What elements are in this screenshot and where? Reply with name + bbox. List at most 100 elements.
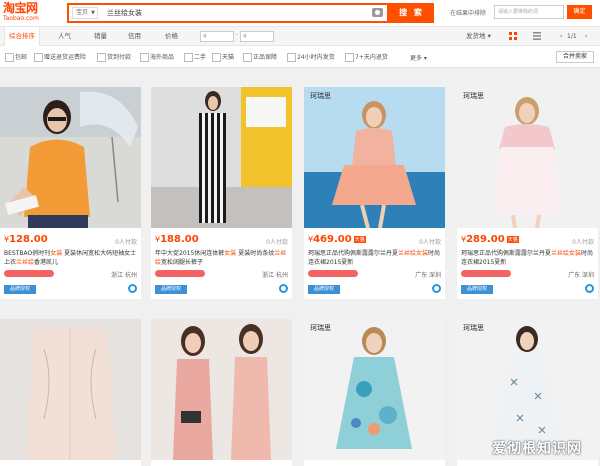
exclude-input[interactable]: 请输入要排除的词	[494, 5, 564, 19]
price: ¥469.00 天猫	[308, 234, 366, 245]
search-button[interactable]: 搜 索	[389, 3, 434, 23]
product-image[interactable]	[0, 319, 141, 460]
brand-auth-badge[interactable]: 品牌授权	[4, 285, 36, 294]
grid-view-icon[interactable]	[509, 32, 517, 40]
filter-overseas[interactable]: 海外商品	[140, 53, 174, 62]
product-image[interactable]	[151, 319, 292, 460]
brand-auth-badge[interactable]: 品牌授权	[155, 285, 187, 294]
price-value: 469.00	[313, 234, 352, 245]
product-image[interactable]	[457, 87, 598, 228]
price-max-input[interactable]: ¥	[240, 31, 274, 42]
filter-return-insurance[interactable]: 赠送退货运费险	[34, 53, 86, 62]
price: ¥289.00 天猫	[461, 234, 519, 245]
filter-cod[interactable]: 货到付款	[97, 53, 131, 62]
brand-label: 珂瑞思	[463, 324, 484, 332]
filter-24h-shipping[interactable]: 24小时内发货	[287, 53, 335, 62]
buyer-count: 0人付款	[572, 239, 594, 246]
buyer-count: 0人付款	[419, 239, 441, 246]
product-card[interactable]	[151, 319, 292, 466]
merge-sellers-button[interactable]: 合并卖家	[556, 51, 594, 63]
filter-free-shipping[interactable]: 包邮	[5, 53, 27, 62]
title-highlight: 女装	[50, 250, 63, 257]
product-card[interactable]	[0, 319, 141, 466]
title-highlight: 绘女装	[410, 250, 429, 257]
shop-name-redacted[interactable]	[461, 270, 511, 277]
header: 淘宝网 Taobao.com 宝贝 ▼ 兰丝绘女装 搜 索 在结果中排除 请输入…	[0, 0, 600, 26]
filter-second-hand[interactable]: 二手	[184, 53, 206, 62]
page-next-icon[interactable]: ›	[585, 27, 587, 46]
exclude-label: 在结果中排除	[450, 10, 487, 17]
product-card[interactable]: 珂瑞思 ¥469.00 天猫 0人付款 珂瑞思正品代购佩斯露露尔兰丹夏兰丝绘女装时…	[304, 87, 445, 299]
product-card[interactable]: ¥128.00 0人付款 BESTBAO俏时刊女装 夏装休闲宽松大码短袖女士上衣…	[0, 87, 141, 299]
filter-bar: 包邮 赠送退货运费险 货到付款 海外商品 二手 天猫 正品保障 24小时内发货 …	[0, 46, 600, 68]
title-highlight: 兰丝	[398, 250, 411, 257]
sort-sales[interactable]: 销量	[94, 27, 107, 46]
buyer-count: 0人付款	[115, 239, 137, 246]
shop-name-redacted[interactable]	[308, 270, 358, 277]
title-text: 珂瑞思正品代购佩斯露露尔兰丹夏	[308, 250, 399, 257]
wangwang-chat-icon[interactable]	[279, 284, 288, 293]
wangwang-chat-icon[interactable]	[432, 284, 441, 293]
filter-tmall[interactable]: 天猫	[212, 53, 234, 62]
title-text: 珂瑞思正品代购佩斯露露尔兰丹夏	[461, 250, 552, 257]
filter-genuine[interactable]: 正品保障	[243, 53, 277, 62]
product-image[interactable]	[304, 319, 445, 460]
tmall-tag: 天猫	[506, 235, 519, 243]
location: 广东 深圳	[415, 272, 441, 279]
sort-credit[interactable]: 信用	[128, 27, 141, 46]
camera-icon[interactable]	[372, 8, 383, 17]
title-text: 夏装时尚条纹	[236, 250, 275, 257]
title-text: 年中大促2015休闲连体裤	[155, 250, 225, 257]
brand-auth-badge[interactable]: 品牌授权	[308, 285, 340, 294]
brand-auth-badge[interactable]: 品牌授权	[461, 285, 493, 294]
product-image[interactable]	[304, 87, 445, 228]
price-min-input[interactable]: ¥	[200, 31, 234, 42]
title-highlight: 兰丝	[551, 250, 564, 257]
more-filters[interactable]: 更多 ▾	[410, 53, 427, 62]
sort-price[interactable]: 价格	[165, 27, 178, 46]
search-input[interactable]: 兰丝绘女装	[107, 8, 142, 18]
title-highlight: 兰丝绘	[16, 259, 35, 266]
ship-from-label: 发货地	[466, 32, 486, 40]
search-box: 宝贝 ▼ 兰丝绘女装	[67, 3, 389, 23]
price-value: 289.00	[466, 234, 505, 245]
title-text: 宽松阔腿长裤子	[161, 259, 204, 266]
sort-popularity[interactable]: 人气	[58, 27, 71, 46]
filter-7day-return[interactable]: 7+天内退货	[345, 53, 388, 62]
product-card[interactable]: ¥188.00 0人付款 年中大促2015休闲连体裤女装 夏装时尚条纹兰丝绘宽松…	[151, 87, 292, 299]
list-view-icon[interactable]	[533, 32, 541, 40]
confirm-button[interactable]: 确定	[567, 5, 592, 19]
wangwang-chat-icon[interactable]	[585, 284, 594, 293]
logo-sub-text: Taobao.com	[3, 15, 39, 22]
page-prev-icon[interactable]: ‹	[560, 27, 562, 46]
wangwang-chat-icon[interactable]	[128, 284, 137, 293]
product-title[interactable]: 年中大促2015休闲连体裤女装 夏装时尚条纹兰丝绘宽松阔腿长裤子	[155, 249, 289, 267]
title-text: 香港凯儿	[34, 259, 59, 266]
page-info: 1/1	[567, 33, 577, 40]
search-scope-select[interactable]: 宝贝 ▼	[72, 7, 98, 19]
product-image[interactable]	[0, 87, 141, 228]
product-title[interactable]: 珂瑞思正品代购佩斯露露尔兰丹夏兰丝绘女装时尚连衣裙2015夏新	[461, 249, 595, 267]
title-highlight: 绘女装	[563, 250, 582, 257]
product-card[interactable]: 珂瑞思 ¥289.00 天猫 0人付款 珂瑞思正品代购佩斯露露尔兰丹夏兰丝绘女装时…	[457, 87, 598, 299]
product-image[interactable]	[151, 87, 292, 228]
ship-from-dropdown[interactable]: 发货地 ▾	[466, 27, 491, 46]
product-title[interactable]: 珂瑞思正品代购佩斯露露尔兰丹夏兰丝绘女装时尚连衣裙2015夏新	[308, 249, 442, 267]
sort-default[interactable]: 综合排序	[4, 27, 40, 46]
taobao-logo[interactable]: 淘宝网 Taobao.com	[3, 2, 55, 24]
product-title[interactable]: BESTBAO俏时刊女装 夏装休闲宽松大码短袖女士上衣兰丝绘香港凯儿	[4, 249, 138, 267]
location: 浙江 杭州	[262, 272, 288, 279]
more-label: 更多	[410, 55, 423, 62]
logo-main-text: 淘宝网	[3, 1, 38, 15]
price: ¥188.00	[155, 234, 199, 245]
shop-name-redacted[interactable]	[155, 270, 205, 277]
brand-label: 珂瑞思	[310, 92, 331, 100]
chevron-down-icon: ▼	[91, 10, 95, 16]
location: 广东 深圳	[568, 272, 594, 279]
product-card[interactable]: 珂瑞思	[304, 319, 445, 466]
price-range-dash: -	[236, 31, 239, 38]
tmall-tag: 天猫	[353, 235, 366, 243]
title-highlight: 女装	[224, 250, 237, 257]
shop-name-redacted[interactable]	[4, 270, 54, 277]
search-scope-label: 宝贝	[76, 9, 89, 16]
